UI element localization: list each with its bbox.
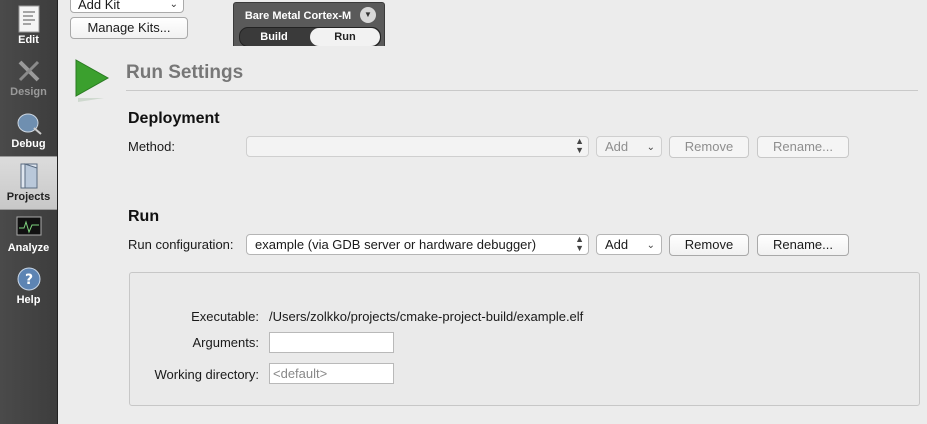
run-config-details: Executable: /Users/zolkko/projects/cmake…	[129, 272, 920, 406]
help-icon: ?	[17, 267, 40, 291]
executable-label: Executable:	[191, 309, 259, 324]
kit-toolbar: Add Kit ⌄ Manage Kits... Bare Metal Cort…	[58, 0, 927, 48]
chevron-down-icon: ⌄	[646, 142, 655, 153]
run-heading: Run	[128, 208, 160, 225]
executable-value: /Users/zolkko/projects/cmake-project-bui…	[269, 309, 584, 324]
deployment-remove-button[interactable]: Remove	[669, 136, 749, 158]
updown-icon: ▲ ▼	[575, 136, 584, 155]
deployment-rename-button[interactable]: Rename...	[757, 136, 849, 158]
kit-menu-chevron-icon[interactable]: ▼	[360, 7, 376, 23]
run-remove-button[interactable]: Remove	[669, 234, 749, 256]
mode-label: Projects	[6, 191, 51, 203]
mode-design[interactable]: Design	[0, 52, 57, 104]
chevron-down-icon: ⌄	[169, 0, 178, 10]
build-run-switch: Build Run	[239, 27, 381, 47]
play-icon	[75, 59, 110, 102]
deployment-heading: Deployment	[128, 110, 220, 127]
kit-selector: Bare Metal Cortex-M ▼ Build Run	[233, 2, 385, 48]
mode-label: Debug	[11, 138, 46, 150]
mode-help[interactable]: ? Help	[0, 260, 57, 312]
mode-label: Analyze	[7, 242, 50, 254]
run-add-label: Add	[605, 237, 629, 252]
deployment-add-button[interactable]: Add ⌄	[596, 136, 662, 157]
add-kit-combo[interactable]: Add Kit ⌄	[70, 0, 184, 13]
mode-analyze[interactable]: Analyze	[0, 208, 57, 260]
mode-edit[interactable]: Edit	[0, 0, 57, 52]
arguments-input[interactable]	[269, 332, 394, 353]
mode-label: Design	[10, 86, 47, 98]
chevron-down-icon: ⌄	[646, 240, 655, 251]
arguments-label: Arguments:	[192, 335, 259, 350]
run-settings-panel: Run Settings Deployment Method: ▲ ▼ Add ⌄…	[58, 46, 927, 424]
working-directory-label: Working directory:	[154, 367, 259, 382]
deployment-add-label: Add	[605, 139, 629, 154]
run-config-select[interactable]: example (via GDB server or hardware debu…	[246, 234, 589, 255]
analyze-icon	[16, 216, 41, 236]
run-add-button[interactable]: Add ⌄	[596, 234, 662, 255]
working-directory-input[interactable]: <default>	[269, 363, 394, 384]
svg-text:?: ?	[24, 272, 32, 288]
run-config-label: Run configuration:	[128, 237, 234, 252]
run-config-value: example (via GDB server or hardware debu…	[255, 237, 537, 252]
mode-label: Help	[16, 294, 41, 306]
mode-projects[interactable]: Projects	[0, 156, 57, 210]
projects-icon	[20, 163, 37, 189]
method-select[interactable]: ▲ ▼	[246, 136, 589, 157]
mode-label: Edit	[18, 34, 39, 46]
page-title: Run Settings	[126, 58, 918, 91]
tab-build[interactable]: Build	[240, 28, 308, 46]
updown-icon: ▲ ▼	[575, 234, 584, 253]
method-label: Method:	[128, 139, 175, 154]
design-icon	[18, 60, 39, 82]
debug-icon	[17, 113, 42, 135]
tab-run[interactable]: Run	[310, 28, 380, 46]
manage-kits-button[interactable]: Manage Kits...	[70, 17, 188, 39]
run-rename-button[interactable]: Rename...	[757, 234, 849, 256]
mode-sidebar: Edit Design Debug Projects Analyze ? Hel…	[0, 0, 58, 424]
mode-debug[interactable]: Debug	[0, 104, 57, 156]
add-kit-label: Add Kit	[78, 0, 120, 12]
edit-icon	[18, 5, 39, 33]
kit-name: Bare Metal Cortex-M	[244, 10, 352, 22]
